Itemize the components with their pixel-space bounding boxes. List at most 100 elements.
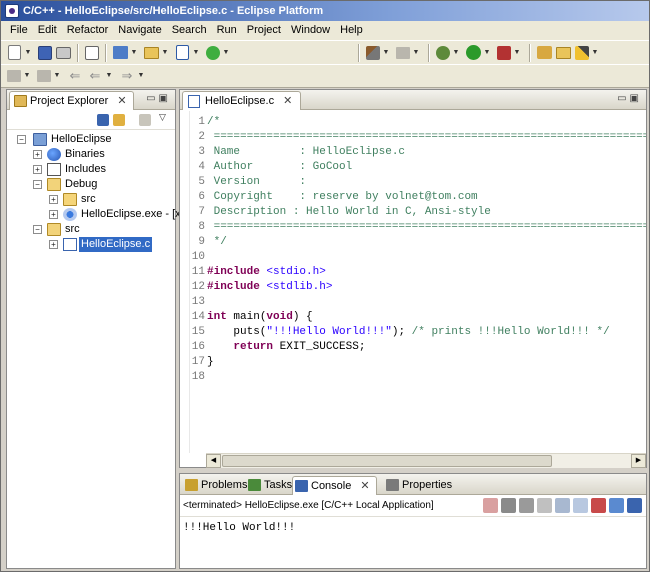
new-folder-icon[interactable] xyxy=(144,46,159,59)
code-line: 3 Name : HelloEclipse.c xyxy=(198,146,406,158)
minimize-maximize-icon[interactable]: ▭▣ xyxy=(146,93,171,104)
view-menu-icon[interactable]: ▽ xyxy=(159,112,166,123)
minimize-maximize-icon[interactable]: ▭▣ xyxy=(617,93,642,104)
expand-icon[interactable]: + xyxy=(33,150,42,159)
tree-item-label: src xyxy=(65,223,80,235)
terminate-icon[interactable] xyxy=(483,498,498,513)
pin-console-icon[interactable] xyxy=(591,498,606,513)
forward-arrow-icon[interactable]: ⇒ xyxy=(118,67,136,85)
tab-problems[interactable]: Problems xyxy=(183,476,247,495)
open-folder-icon[interactable] xyxy=(556,46,571,59)
remove-all-icon[interactable] xyxy=(519,498,534,513)
build-dropdown-icon[interactable]: ▼ xyxy=(382,44,390,62)
expand-icon[interactable]: + xyxy=(49,195,58,204)
collapse-icon[interactable]: − xyxy=(33,225,42,234)
save-icon[interactable] xyxy=(38,45,52,60)
tab-helloeclipse-c[interactable]: HelloEclipse.c ✕ xyxy=(182,91,302,110)
next-annotation-icon[interactable] xyxy=(7,70,21,82)
scroll-left-icon[interactable]: ◀ xyxy=(206,454,221,468)
project-dropdown-icon[interactable]: ▼ xyxy=(130,44,138,62)
menu-help[interactable]: Help xyxy=(335,21,368,40)
menu-file[interactable]: File xyxy=(5,21,33,40)
collapse-all-icon[interactable] xyxy=(97,114,109,126)
build-hammer-icon[interactable] xyxy=(366,45,380,60)
menu-search[interactable]: Search xyxy=(167,21,212,40)
code-line: 4 Author : GoCool xyxy=(198,161,353,173)
binary-icon[interactable] xyxy=(85,45,99,60)
collapse-icon[interactable]: − xyxy=(33,180,42,189)
new-project-icon[interactable] xyxy=(113,46,128,59)
last-edit-icon[interactable]: ⇐ xyxy=(66,67,84,85)
menu-window[interactable]: Window xyxy=(286,21,335,40)
new-file-icon[interactable] xyxy=(8,45,21,60)
remove-launch-icon[interactable] xyxy=(501,498,516,513)
tab-console[interactable]: Console ✕ xyxy=(292,476,377,495)
menu-navigate[interactable]: Navigate xyxy=(113,21,166,40)
menu-project[interactable]: Project xyxy=(242,21,286,40)
annotate-pen-icon[interactable] xyxy=(575,45,589,60)
make-target-icon[interactable] xyxy=(396,46,410,59)
open-console-icon[interactable] xyxy=(627,498,642,513)
back-dropdown-icon[interactable]: ▼ xyxy=(105,67,113,85)
pen-dropdown-icon[interactable]: ▼ xyxy=(591,44,599,62)
cfile-dropdown-icon[interactable]: ▼ xyxy=(192,44,200,62)
tab-label: Problems xyxy=(201,479,248,491)
external-dropdown-icon[interactable]: ▼ xyxy=(513,44,521,62)
code-line: 16 return EXIT_SUCCESS; xyxy=(191,341,366,353)
console-status-bar: <terminated> HelloEclipse.exe [C/C++ Loc… xyxy=(180,495,646,517)
debug-dropdown-icon[interactable]: ▼ xyxy=(452,44,460,62)
horizontal-scrollbar[interactable]: ◀ ▶ xyxy=(206,453,646,468)
make-dropdown-icon[interactable]: ▼ xyxy=(412,44,420,62)
class-dropdown-icon[interactable]: ▼ xyxy=(222,44,230,62)
prev-annotation-dropdown-icon[interactable]: ▼ xyxy=(53,67,61,85)
tab-label: Project Explorer xyxy=(30,95,109,107)
next-annotation-dropdown-icon[interactable]: ▼ xyxy=(23,67,31,85)
c-file-icon xyxy=(63,238,77,251)
close-icon[interactable]: ✕ xyxy=(117,92,126,110)
code-line: 13 xyxy=(191,296,205,308)
new-c-file-icon[interactable] xyxy=(176,45,189,60)
scroll-right-icon[interactable]: ▶ xyxy=(631,454,646,468)
new-dropdown-icon[interactable]: ▼ xyxy=(24,44,32,62)
expand-icon[interactable]: + xyxy=(49,240,58,249)
open-type-icon[interactable] xyxy=(537,46,552,59)
forward-dropdown-icon[interactable]: ▼ xyxy=(137,67,145,85)
tree-item-label: src xyxy=(81,193,96,205)
collapse-icon[interactable]: − xyxy=(17,135,26,144)
expand-icon[interactable]: + xyxy=(49,210,58,219)
tab-tasks[interactable]: Tasks xyxy=(246,476,292,495)
code-text-area[interactable]: 1/* 2 ==================================… xyxy=(180,111,646,453)
show-console-icon[interactable] xyxy=(573,498,588,513)
print-icon[interactable] xyxy=(56,46,71,59)
debug-bug-icon[interactable] xyxy=(436,45,450,60)
code-line: 11 #include <stdio.h> xyxy=(191,266,326,278)
tab-properties[interactable]: Properties xyxy=(384,476,452,495)
filter-icon[interactable] xyxy=(139,114,151,126)
code-line: 15 puts("!!!Hello World!!!"); /* prints … xyxy=(191,326,610,338)
link-with-editor-icon[interactable] xyxy=(113,114,125,126)
tab-project-explorer[interactable]: Project Explorer ✕ xyxy=(9,91,134,110)
scroll-lock-icon[interactable] xyxy=(555,498,570,513)
run-dropdown-icon[interactable]: ▼ xyxy=(483,44,491,62)
external-tools-icon[interactable] xyxy=(497,45,511,60)
scrollbar-thumb[interactable] xyxy=(222,455,552,467)
folder-dropdown-icon[interactable]: ▼ xyxy=(161,44,169,62)
tab-label: Tasks xyxy=(264,479,293,491)
menu-edit[interactable]: Edit xyxy=(33,21,62,40)
tasks-icon xyxy=(248,479,261,491)
prev-annotation-icon[interactable] xyxy=(37,70,51,82)
clear-console-icon[interactable] xyxy=(537,498,552,513)
close-icon[interactable]: ✕ xyxy=(283,92,292,110)
project-icon xyxy=(33,133,47,146)
code-line: 18 xyxy=(191,371,205,383)
back-arrow-icon[interactable]: ⇐ xyxy=(86,67,104,85)
run-icon[interactable] xyxy=(466,45,481,60)
new-class-icon[interactable] xyxy=(206,45,220,60)
folder-open-icon xyxy=(47,223,61,236)
menu-run[interactable]: Run xyxy=(212,21,242,40)
expand-icon[interactable]: + xyxy=(33,165,42,174)
tree-item-label: Includes xyxy=(65,163,106,175)
menu-refactor[interactable]: Refactor xyxy=(62,21,114,40)
display-console-icon[interactable] xyxy=(609,498,624,513)
close-icon[interactable]: ✕ xyxy=(360,477,369,495)
